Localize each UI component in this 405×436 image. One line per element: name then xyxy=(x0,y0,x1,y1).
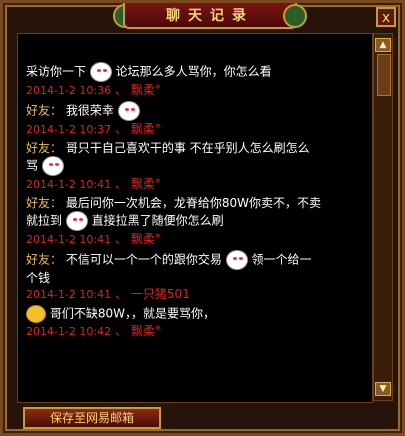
message-text: 不信可以一个一个的跟你交易 xyxy=(65,252,222,267)
timestamp: 2014-1-2 10:36 xyxy=(26,84,112,97)
sender-name: 飘柔° xyxy=(130,324,161,338)
message-text: 最后问你一次机会，龙脊给你80W你卖不，不卖 xyxy=(65,196,321,210)
chat-log-panel[interactable]: 采访你一下 论坛那么多人骂你，你怎么看 2014-1-2 10:36 、 飘柔°… xyxy=(17,33,373,403)
message-text-cont: 就拉到 xyxy=(26,213,63,228)
timestamp: 2014-1-2 10:42 xyxy=(26,325,112,338)
bunny-emoji-icon xyxy=(41,156,64,176)
message-text-cont: 领一个给一 xyxy=(251,252,312,267)
message-text-cont2: 个钱 xyxy=(26,271,51,285)
bunny-emoji-icon xyxy=(65,211,88,231)
save-to-mailbox-button[interactable]: 保存至网易邮箱 xyxy=(23,407,161,429)
ornament-right-icon xyxy=(283,4,307,28)
message-3: 好友： 哥只干自己喜欢干的事 不在乎别人怎么刷怎么 骂 2014-1-2 10:… xyxy=(26,140,366,193)
sender-label: 好友： xyxy=(26,141,63,155)
separator: 、 xyxy=(114,232,127,246)
smile-emoji-icon xyxy=(26,305,46,323)
timestamp: 2014-1-2 10:41 xyxy=(26,178,112,191)
separator: 、 xyxy=(114,324,127,338)
timestamp: 2014-1-2 10:41 xyxy=(26,288,112,301)
sender-name: 飘柔° xyxy=(130,122,161,136)
sender-label: 好友： xyxy=(26,103,63,118)
message-4: 好友： 最后问你一次机会，龙脊给你80W你卖不，不卖 就拉到 直接拉黑了随便你怎… xyxy=(26,195,366,248)
separator: 、 xyxy=(114,287,127,301)
message-list: 采访你一下 论坛那么多人骂你，你怎么看 2014-1-2 10:36 、 飘柔°… xyxy=(26,62,366,342)
message-5: 好友： 不信可以一个一个的跟你交易 领一个给一 个钱 2014-1-2 10:4… xyxy=(26,250,366,303)
close-button[interactable]: x xyxy=(376,7,396,27)
sender-name: 飘柔° xyxy=(130,232,161,246)
message-1: 采访你一下 论坛那么多人骂你，你怎么看 2014-1-2 10:36 、 飘柔° xyxy=(26,62,366,99)
sender-name: 一只猪501 xyxy=(130,287,190,301)
separator: 、 xyxy=(114,177,127,191)
message-text: 哥只干自己喜欢干的事 不在乎别人怎么刷怎么 xyxy=(65,141,310,155)
sender-label: 好友： xyxy=(26,196,63,210)
separator: 、 xyxy=(114,122,127,136)
message-text: 哥们不缺80W，，就是要骂你， xyxy=(49,306,215,321)
chat-history-window: 聊天记录 x 采访你一下 论坛那么多人骂你，你怎么看 2014-1-2 10:3… xyxy=(0,0,405,436)
bunny-emoji-icon xyxy=(89,62,112,82)
separator: 、 xyxy=(114,83,127,97)
message-text: 我很荣幸 xyxy=(65,103,114,118)
timestamp: 2014-1-2 10:37 xyxy=(26,123,112,136)
message-text: 采访你一下 xyxy=(26,64,87,79)
message-6: 哥们不缺80W，，就是要骂你， 2014-1-2 10:42 、 飘柔° xyxy=(26,305,366,340)
timestamp: 2014-1-2 10:41 xyxy=(26,233,112,246)
bunny-emoji-icon xyxy=(117,101,140,121)
message-2: 好友： 我很荣幸 2014-1-2 10:37 、 飘柔° xyxy=(26,101,366,138)
window-title: 聊天记录 xyxy=(166,8,254,24)
scroll-down-button[interactable]: ▼ xyxy=(375,382,391,396)
bunny-emoji-icon xyxy=(225,250,248,270)
title-bar: 聊天记录 xyxy=(123,3,297,29)
sender-label: 好友： xyxy=(26,252,63,267)
sender-name: 飘柔° xyxy=(130,177,161,191)
message-text-cont: 骂 xyxy=(26,158,39,173)
scroll-up-button[interactable]: ▲ xyxy=(375,38,391,52)
scrollbar[interactable]: ▲ ▼ xyxy=(373,33,393,401)
message-text-cont2: 直接拉黑了随便你怎么刷 xyxy=(91,213,224,228)
message-text-cont: 论坛那么多人骂你，你怎么看 xyxy=(115,64,272,79)
sender-name: 飘柔° xyxy=(130,83,161,97)
scroll-thumb[interactable] xyxy=(377,54,391,96)
